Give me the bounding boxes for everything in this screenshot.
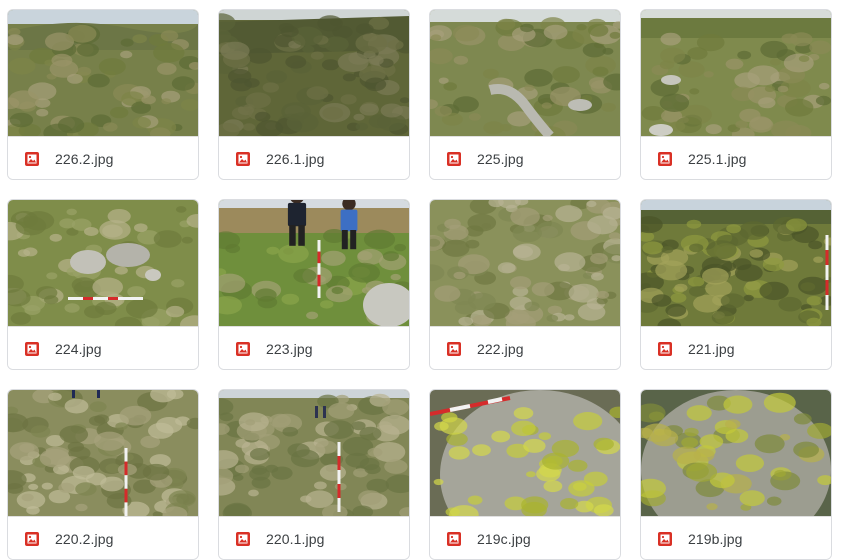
image-file-icon [24,531,40,547]
thumbnail-image [641,390,831,516]
file-name: 219b.jpg [688,531,743,547]
file-caption: 219c.jpg [430,516,620,559]
file-card[interactable]: 219c.jpg [429,389,621,560]
file-caption: 222.jpg [430,326,620,369]
file-card[interactable]: 225.1.jpg [640,9,832,180]
file-name: 220.2.jpg [55,531,114,547]
file-caption: 225.1.jpg [641,136,831,179]
file-card[interactable]: 226.2.jpg [7,9,199,180]
file-grid: 226.2.jpg 226.1.jpg 225.jpg 225.1.jpg 22… [0,0,851,560]
file-name: 225.jpg [477,151,524,167]
file-caption: 220.2.jpg [8,516,198,559]
image-file-icon [446,341,462,357]
thumbnail-image [8,200,198,326]
file-card[interactable]: 223.jpg [218,199,410,370]
file-name: 220.1.jpg [266,531,325,547]
file-name: 225.1.jpg [688,151,747,167]
thumbnail-image [430,10,620,136]
file-caption: 224.jpg [8,326,198,369]
thumbnail-image [430,390,620,516]
file-card[interactable]: 219b.jpg [640,389,832,560]
file-name: 223.jpg [266,341,313,357]
thumbnail-image [8,10,198,136]
thumbnail-image [641,200,831,326]
file-caption: 221.jpg [641,326,831,369]
file-caption: 225.jpg [430,136,620,179]
thumbnail-image [8,390,198,516]
file-card[interactable]: 224.jpg [7,199,199,370]
image-file-icon [446,151,462,167]
file-name: 219c.jpg [477,531,531,547]
file-caption: 226.2.jpg [8,136,198,179]
file-name: 221.jpg [688,341,735,357]
file-caption: 220.1.jpg [219,516,409,559]
file-card[interactable]: 225.jpg [429,9,621,180]
file-card[interactable]: 220.2.jpg [7,389,199,560]
image-file-icon [235,341,251,357]
file-card[interactable]: 220.1.jpg [218,389,410,560]
image-file-icon [24,151,40,167]
image-file-icon [235,531,251,547]
image-file-icon [235,151,251,167]
image-file-icon [657,531,673,547]
file-caption: 219b.jpg [641,516,831,559]
image-file-icon [657,341,673,357]
image-file-icon [446,531,462,547]
file-name: 222.jpg [477,341,524,357]
file-name: 224.jpg [55,341,102,357]
thumbnail-image [430,200,620,326]
file-card[interactable]: 221.jpg [640,199,832,370]
file-caption: 226.1.jpg [219,136,409,179]
file-caption: 223.jpg [219,326,409,369]
file-card[interactable]: 226.1.jpg [218,9,410,180]
thumbnail-image [219,10,409,136]
file-name: 226.1.jpg [266,151,325,167]
image-file-icon [657,151,673,167]
file-name: 226.2.jpg [55,151,114,167]
image-file-icon [24,341,40,357]
thumbnail-image [219,200,409,326]
file-card[interactable]: 222.jpg [429,199,621,370]
thumbnail-image [641,10,831,136]
thumbnail-image [219,390,409,516]
